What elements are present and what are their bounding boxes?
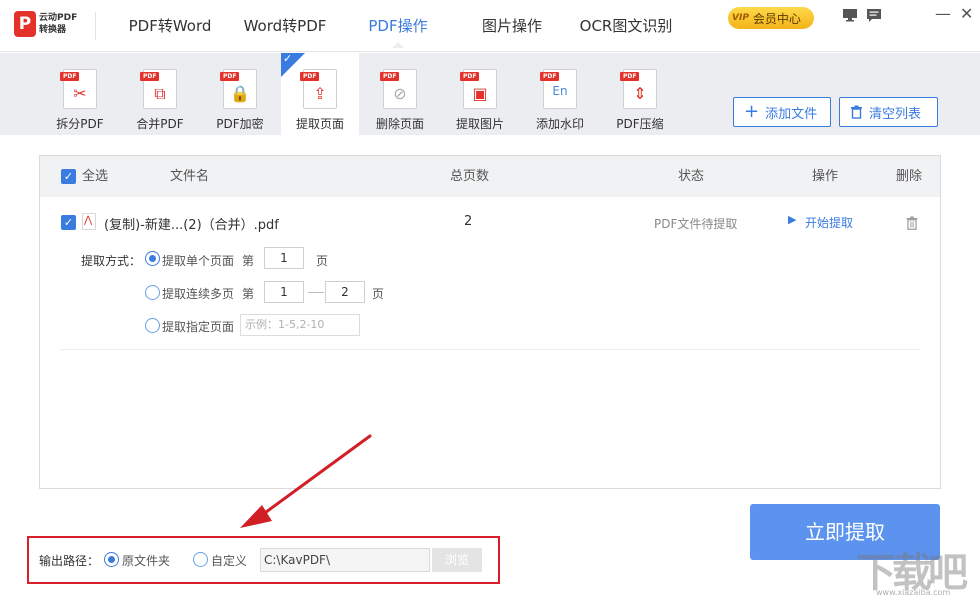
custom-folder-label: 自定义 bbox=[211, 554, 248, 568]
app-window: P 云动PDF 转换器 PDF转Word Word转PDF PDF操作 图片操作… bbox=[0, 0, 980, 600]
output-path-field[interactable]: C:\KavPDF\ bbox=[260, 548, 430, 572]
original-folder-label: 原文件夹 bbox=[122, 554, 171, 568]
output-path-label: 输出路径： bbox=[39, 554, 100, 568]
original-folder-radio[interactable] bbox=[104, 552, 119, 567]
browse-button[interactable]: 浏览 bbox=[432, 548, 482, 572]
site-watermark-url: www.xiazaiba.com bbox=[876, 588, 951, 597]
output-path-box: 输出路径： 原文件夹 自定义 C:\KavPDF\ 浏览 bbox=[27, 536, 500, 584]
custom-folder-radio[interactable] bbox=[193, 552, 208, 567]
